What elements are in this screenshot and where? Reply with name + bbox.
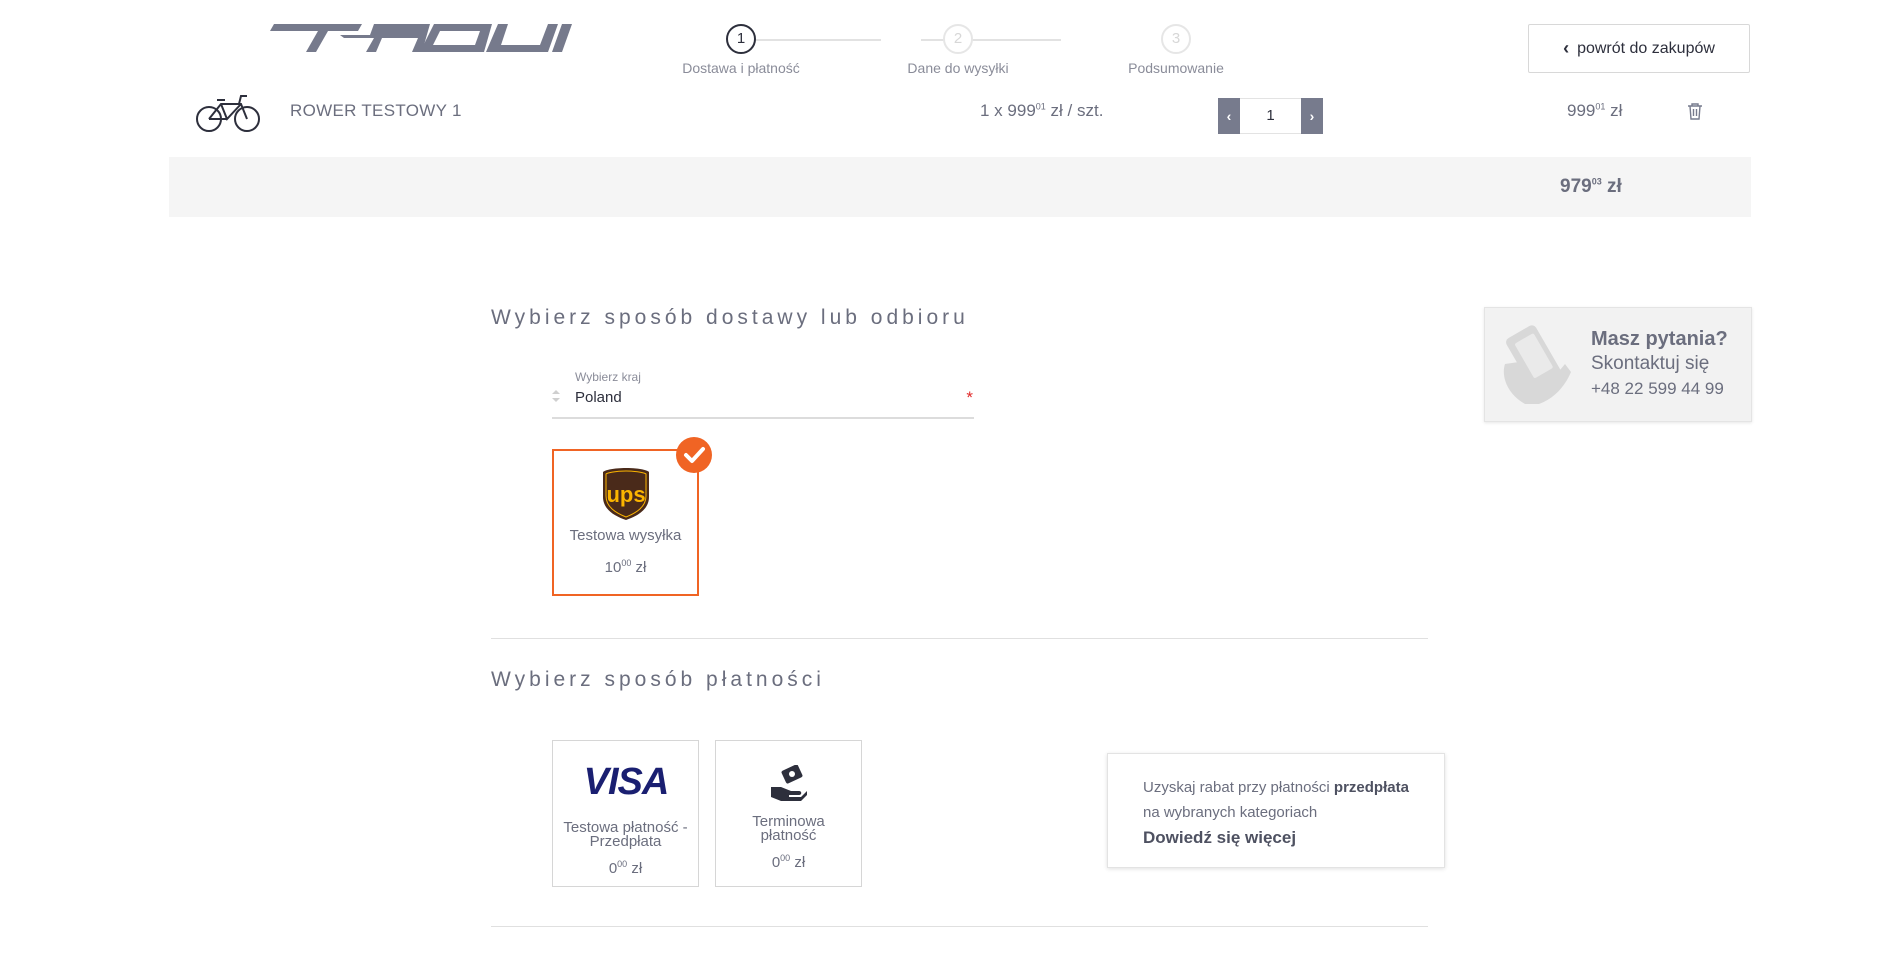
step-number: 2 (943, 24, 973, 54)
section-divider (491, 926, 1428, 927)
select-arrows-icon (552, 390, 560, 402)
section-divider (491, 638, 1428, 639)
promo-text-secondary: na wybranych kategoriach (1143, 804, 1318, 821)
step-label: Dostawa i płatność (682, 60, 800, 76)
checkmark-icon (676, 437, 712, 473)
cart-total-bar (169, 157, 1751, 217)
checkout-steps: 1 Dostawa i płatność 2 Dane do wysyłki 3… (682, 24, 1250, 80)
svg-text:ups: ups (606, 482, 645, 507)
payment-option-price: 000 zł (771, 853, 806, 872)
step-number: 1 (726, 24, 756, 54)
visa-logo: VISA (576, 761, 676, 803)
country-label: Wybierz kraj (575, 370, 641, 384)
trash-icon[interactable] (1687, 102, 1703, 120)
learn-more-link[interactable]: Dowiedź się więcej (1143, 825, 1444, 850)
product-name[interactable]: ROWER TESTOWY 1 (290, 101, 462, 121)
tabou-logo[interactable] (270, 24, 572, 52)
help-title: Masz pytania? (1591, 328, 1728, 350)
step-label: Dane do wysyłki (907, 60, 1009, 76)
unit-price: 1 x 99901 zł / szt. (980, 101, 1104, 120)
money-hand-icon (769, 764, 809, 803)
quantity-input[interactable]: 1 (1240, 98, 1301, 134)
promo-text: Uzyskaj rabat przy płatności przedpłata (1143, 779, 1409, 796)
step-delivery-payment[interactable]: 1 Dostawa i płatność (651, 24, 831, 76)
delivery-section-title: Wybierz sposób dostawy lub odbioru (491, 306, 969, 329)
required-mark: * (966, 388, 973, 407)
decrease-quantity-button[interactable]: ‹ (1218, 98, 1240, 134)
delivery-option-price: 1000 zł (604, 558, 647, 577)
line-total: 99901 zł (1567, 101, 1623, 120)
payment-option-price: 000 zł (608, 859, 643, 878)
step-label: Podsumowanie (1128, 60, 1224, 76)
chevron-left-icon: ‹ (1563, 38, 1570, 58)
help-contact-box[interactable]: Masz pytania? Skontaktuj się +48 22 599 … (1484, 307, 1752, 422)
help-subtitle: Skontaktuj się (1591, 353, 1710, 374)
prepayment-discount-promo: Uzyskaj rabat przy płatności przedpłata … (1107, 753, 1445, 868)
payment-option-deferred[interactable]: Terminowa płatność 000 zł (715, 740, 862, 887)
country-value: Poland (575, 389, 622, 406)
step-summary[interactable]: 3 Podsumowanie (1086, 24, 1266, 76)
quantity-stepper: ‹ 1 › (1218, 98, 1323, 134)
svg-text:VISA: VISA (583, 761, 668, 801)
phone-hand-icon (1499, 324, 1579, 408)
step-number: 3 (1161, 24, 1191, 54)
ups-logo: ups (602, 467, 650, 521)
increase-quantity-button[interactable]: › (1301, 98, 1323, 134)
delivery-option-name: Testowa wysyłka (569, 527, 682, 544)
back-button-label: powrót do zakupów (1577, 39, 1715, 57)
bicycle-icon[interactable] (195, 92, 261, 134)
payment-option-name: Terminowa płatność (752, 813, 825, 844)
help-phone[interactable]: +48 22 599 44 99 (1591, 379, 1724, 399)
back-to-shopping-button[interactable]: ‹ powrót do zakupów (1528, 24, 1750, 73)
step-shipping-data[interactable]: 2 Dane do wysyłki (868, 24, 1048, 76)
payment-option-name: Testowa płatność - Przedpłata (563, 819, 688, 850)
grand-total: 97903 zł (1560, 176, 1622, 197)
payment-option-prepayment[interactable]: VISA Testowa płatność - Przedpłata 000 z… (552, 740, 699, 887)
country-select[interactable]: Wybierz kraj Poland * (552, 367, 974, 419)
payment-section-title: Wybierz sposób płatności (491, 668, 825, 691)
